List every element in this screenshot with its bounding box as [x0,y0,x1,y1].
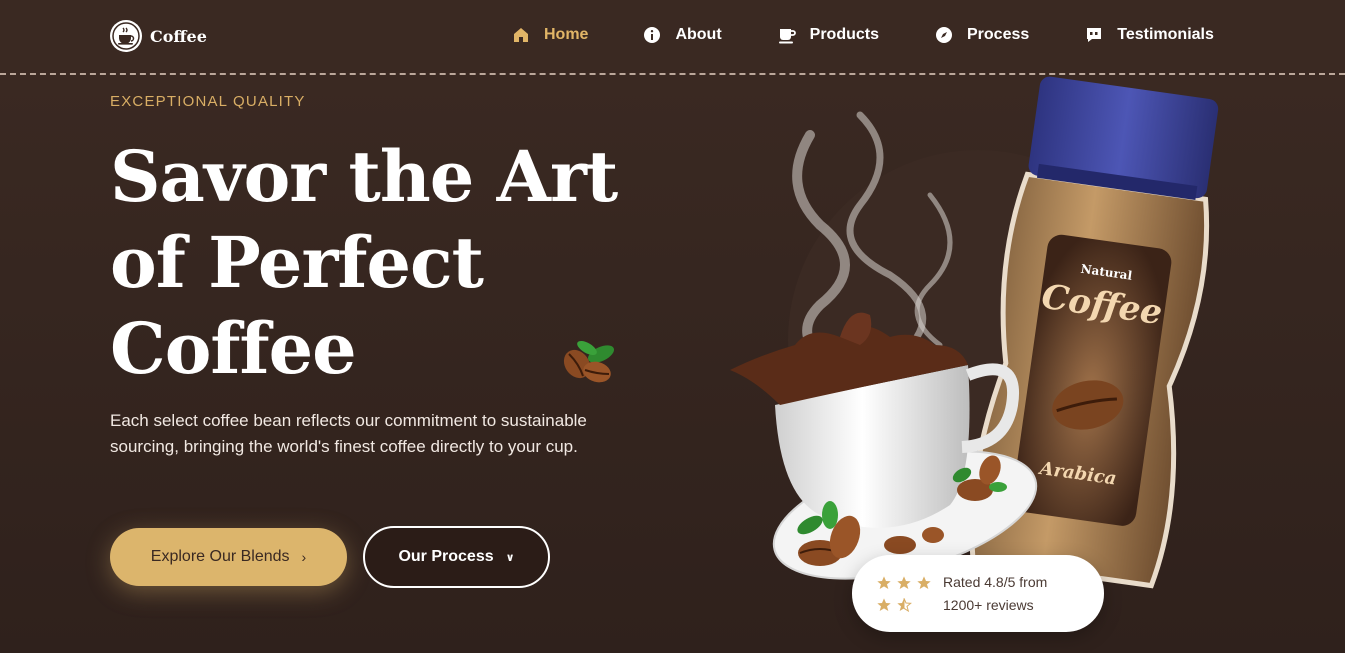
nav-item-label: Testimonials [1117,26,1214,43]
headline-line-1: Savor the Art [110,135,618,218]
compass-icon [935,26,953,44]
nav-item-label: Products [809,26,879,43]
explore-blends-label: Explore Our Blends [150,548,290,565]
headline-line-2: of Perfect [110,221,484,304]
rating-card: Rated 4.8/5 from 1200+ reviews [852,555,1104,632]
our-process-label: Our Process [398,548,494,565]
rating-summary: Rated 4.8/5 from 1200+ reviews [943,571,1047,617]
top-navbar: Coffee Home About Products Process Testi… [0,0,1345,75]
brand-logo[interactable]: Coffee [110,20,207,52]
brand-name: Coffee [150,26,207,46]
our-process-button[interactable]: Our Process ∨ [363,526,550,588]
nav-item-process[interactable]: Process [935,24,1029,46]
rating-stars [874,575,934,613]
star-full-icon [894,575,914,591]
info-icon [643,26,661,44]
nav-item-label: Home [544,26,589,43]
nav-item-home[interactable]: Home [512,24,588,46]
rating-score-text: Rated 4.8/5 from [943,573,1048,590]
nav-item-products[interactable]: Products [778,24,879,46]
hero-headline: Savor the Art of Perfect Coffee [110,134,630,392]
chevron-right-icon: › [301,549,307,565]
star-half-icon [894,597,914,613]
home-icon [512,26,530,44]
mug-icon [778,26,796,44]
chevron-down-icon: ∨ [505,551,515,564]
hero-eyebrow: EXCEPTIONAL QUALITY [110,93,306,110]
star-full-icon [874,575,894,591]
nav-item-testimonials[interactable]: Testimonials [1085,24,1214,46]
nav-item-label: Process [967,26,1030,43]
hero-description: Each select coffee bean reflects our com… [110,411,587,456]
coffee-cup-logo-icon [110,20,142,52]
star-full-icon [874,597,894,613]
quote-bubble-icon [1085,26,1103,44]
nav-item-about[interactable]: About [643,24,722,46]
main-navigation: Home About Products Process Testimonials [512,24,1214,46]
star-full-icon [914,575,934,591]
nav-item-label: About [675,26,722,43]
rating-review-count: 1200+ reviews [943,596,1034,613]
headline-line-3: Coffee [110,307,357,390]
coffee-beans-decoration [563,341,615,383]
explore-blends-button[interactable]: Explore Our Blends › [110,528,347,586]
